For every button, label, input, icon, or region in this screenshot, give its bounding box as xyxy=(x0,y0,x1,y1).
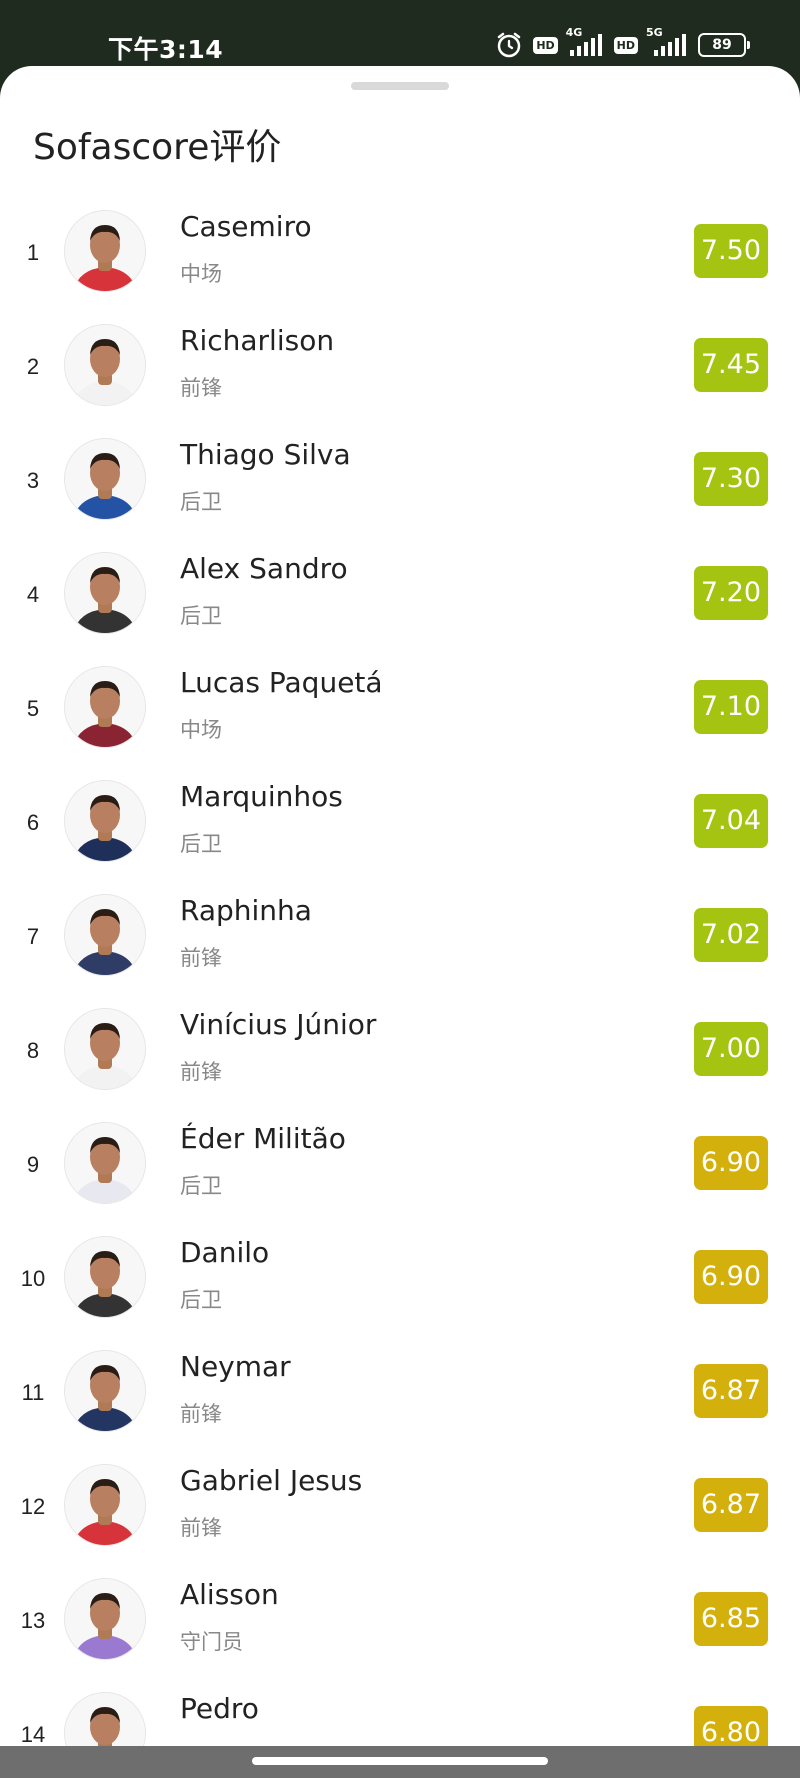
player-position: 前锋 xyxy=(180,946,222,970)
player-position: 中场 xyxy=(180,718,222,742)
rating-badge: 7.30 xyxy=(693,452,768,506)
signal-icon: 4G xyxy=(566,26,604,58)
player-name: Lucas Paquetá xyxy=(180,666,383,699)
player-rank: 7 xyxy=(26,924,40,949)
drag-handle[interactable] xyxy=(351,82,449,90)
player-name: Richarlison xyxy=(180,324,335,357)
player-row[interactable]: 4 Alex Sandro 后卫 7.20 xyxy=(0,548,800,662)
player-name: Gabriel Jesus xyxy=(180,1464,363,1497)
status-icons: HD 4G HD 5G 89 xyxy=(495,26,750,63)
alarm-icon xyxy=(498,32,521,58)
player-rank: 8 xyxy=(26,1038,40,1063)
player-row[interactable]: 11 Neymar 前锋 6.87 xyxy=(0,1346,800,1460)
player-rank: 12 xyxy=(20,1494,46,1519)
player-position: 后卫 xyxy=(180,490,222,514)
player-name: Alex Sandro xyxy=(180,552,348,585)
signal-icon-2: 5G xyxy=(646,26,688,58)
player-row[interactable]: 7 Raphinha 前锋 7.02 xyxy=(0,890,800,1004)
rating-badge: 6.85 xyxy=(693,1592,768,1646)
rating-badge: 7.45 xyxy=(693,338,768,392)
player-name: Casemiro xyxy=(180,210,312,243)
player-row[interactable]: 1 Casemiro 中场 7.50 xyxy=(0,206,800,320)
player-row[interactable]: 12 Gabriel Jesus 前锋 6.87 xyxy=(0,1460,800,1574)
rating-badge: 6.87 xyxy=(693,1364,768,1418)
player-avatar xyxy=(64,1008,146,1090)
bottom-sheet: Sofascore评价 1 Casemiro 中场 7.50 2 Richarlison 前… xyxy=(0,66,800,1746)
player-name: Raphinha xyxy=(180,894,312,927)
player-position: 后卫 xyxy=(180,1174,222,1198)
player-avatar xyxy=(64,324,146,406)
player-avatar xyxy=(64,1578,146,1660)
home-gesture-pill[interactable] xyxy=(252,1757,548,1765)
player-avatar xyxy=(64,1350,146,1432)
hd-badge: HD xyxy=(533,36,558,54)
player-name: Vinícius Júnior xyxy=(180,1008,377,1041)
rating-badge: 7.04 xyxy=(693,794,768,848)
player-rank: 5 xyxy=(26,696,40,721)
player-position: 后卫 xyxy=(180,1288,222,1312)
player-avatar xyxy=(64,894,146,976)
player-rank: 10 xyxy=(20,1266,46,1291)
rating-badge: 7.50 xyxy=(693,224,768,278)
player-name: Danilo xyxy=(180,1236,270,1269)
player-row[interactable]: 3 Thiago Silva 后卫 7.30 xyxy=(0,434,800,548)
player-rank: 1 xyxy=(26,240,40,265)
player-name: Éder Militão xyxy=(180,1122,346,1155)
rating-badge: 6.90 xyxy=(693,1250,768,1304)
player-row[interactable]: 9 Éder Militão 后卫 6.90 xyxy=(0,1118,800,1232)
player-row[interactable]: 14 Pedro 6.80 xyxy=(0,1688,800,1746)
player-position: 前锋 xyxy=(180,376,222,400)
player-avatar xyxy=(64,780,146,862)
player-position: 前锋 xyxy=(180,1060,222,1084)
player-rank: 6 xyxy=(26,810,40,835)
player-avatar xyxy=(64,438,146,520)
player-avatar xyxy=(64,210,146,292)
sheet-title: Sofascore评价 xyxy=(33,127,282,168)
player-position: 中场 xyxy=(180,262,222,286)
rating-badge: 7.20 xyxy=(693,566,768,620)
rating-badge: 6.87 xyxy=(693,1478,768,1532)
player-rank: 13 xyxy=(20,1608,46,1633)
player-rank: 4 xyxy=(26,582,40,607)
player-rank: 14 xyxy=(20,1722,46,1746)
player-rank: 9 xyxy=(26,1152,40,1177)
rating-badge: 7.02 xyxy=(693,908,768,962)
player-row[interactable]: 2 Richarlison 前锋 7.45 xyxy=(0,320,800,434)
clock: 下午3:14 xyxy=(108,35,224,64)
player-position: 后卫 xyxy=(180,832,222,856)
player-row[interactable]: 5 Lucas Paquetá 中场 7.10 xyxy=(0,662,800,776)
player-position: 后卫 xyxy=(180,604,222,628)
player-name: Alisson xyxy=(180,1578,279,1611)
player-avatar xyxy=(64,1692,146,1746)
player-position: 前锋 xyxy=(180,1516,222,1540)
player-name: Pedro xyxy=(180,1692,259,1725)
rating-badge: 7.10 xyxy=(693,680,768,734)
player-position: 守门员 xyxy=(180,1630,243,1654)
player-avatar xyxy=(64,1236,146,1318)
player-name: Neymar xyxy=(180,1350,291,1383)
player-rank: 3 xyxy=(26,468,40,493)
player-name: Marquinhos xyxy=(180,780,343,813)
player-row[interactable]: 10 Danilo 后卫 6.90 xyxy=(0,1232,800,1346)
player-avatar xyxy=(64,666,146,748)
rating-badge: 7.00 xyxy=(693,1022,768,1076)
rating-badge: 6.80 xyxy=(693,1706,768,1746)
player-name: Thiago Silva xyxy=(180,438,351,471)
player-avatar xyxy=(64,1122,146,1204)
player-position: 前锋 xyxy=(180,1402,222,1426)
battery-icon: 89 xyxy=(698,33,750,57)
hd-badge-2: HD xyxy=(613,36,638,54)
player-rank: 11 xyxy=(21,1380,45,1405)
player-rank: 2 xyxy=(26,354,40,379)
rating-badge: 6.90 xyxy=(693,1136,768,1190)
player-avatar xyxy=(64,1464,146,1546)
player-row[interactable]: 13 Alisson 守门员 6.85 xyxy=(0,1574,800,1688)
player-avatar xyxy=(64,552,146,634)
player-row[interactable]: 8 Vinícius Júnior 前锋 7.00 xyxy=(0,1004,800,1118)
navigation-bar xyxy=(0,1746,800,1778)
player-row[interactable]: 6 Marquinhos 后卫 7.04 xyxy=(0,776,800,890)
